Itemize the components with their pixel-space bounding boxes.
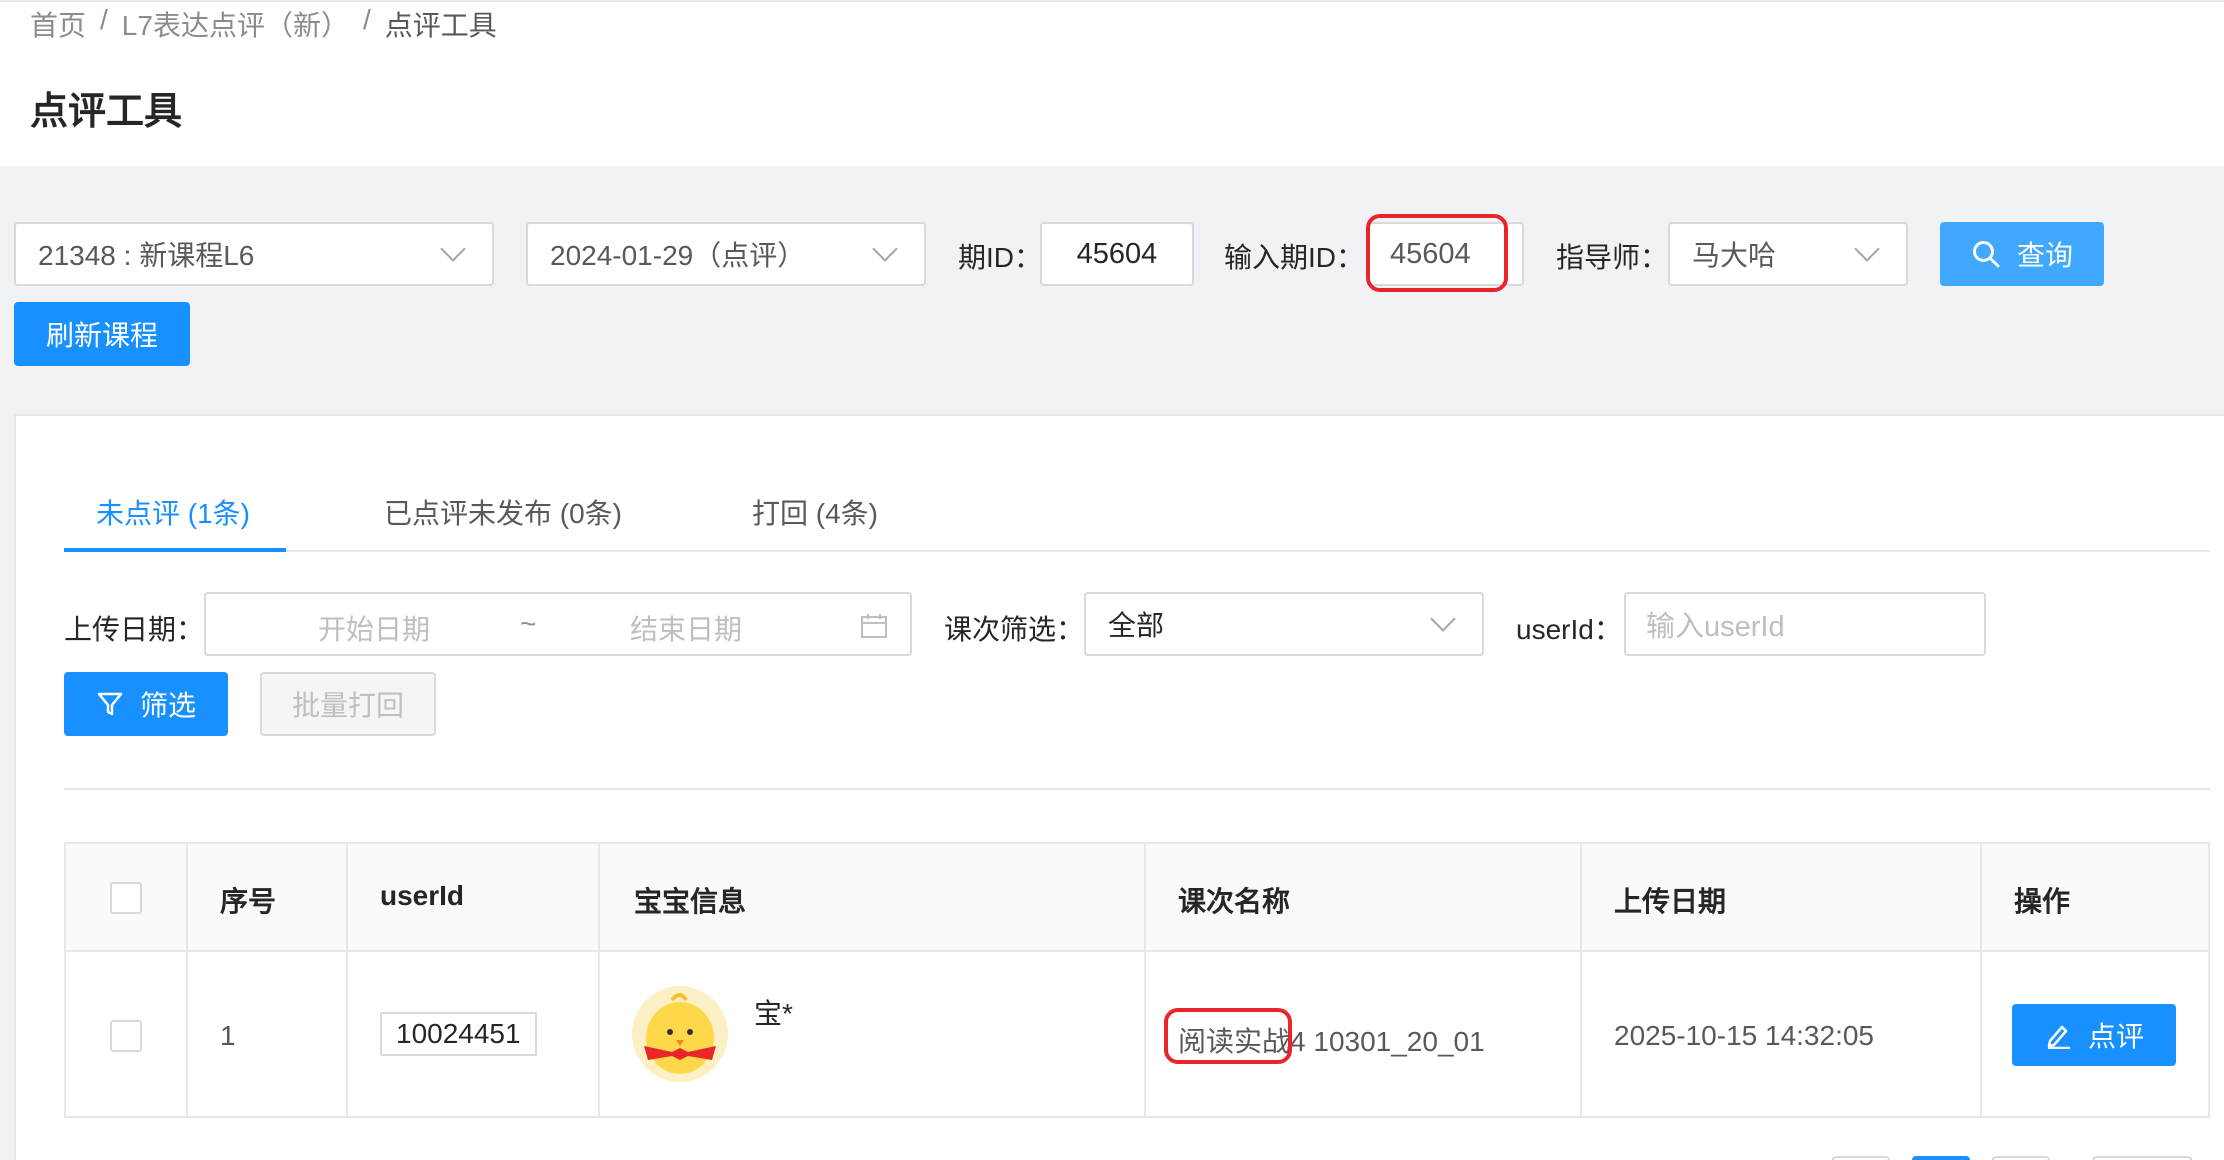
- lesson-filter-value: 全部: [1108, 610, 1165, 641]
- page-header: 首页 / L7表达点评（新） / 点评工具 点评工具: [0, 0, 2224, 166]
- highlight-ring: [1164, 1008, 1292, 1064]
- review-button[interactable]: 点评: [2012, 1004, 2176, 1066]
- chevron-down-icon: [872, 236, 898, 262]
- userid-input[interactable]: 输入userId: [1624, 592, 1986, 656]
- input-period-id-label: 输入期ID：: [1224, 242, 1365, 273]
- pagination-size-select[interactable]: [2092, 1156, 2192, 1160]
- course-select-value: 21348 : 新课程L6: [38, 240, 255, 271]
- course-select[interactable]: 21348 : 新课程L6: [14, 222, 494, 286]
- column-header-lesson-name: 课次名称: [1178, 886, 1291, 917]
- filter-button[interactable]: 筛选: [64, 672, 228, 736]
- row-index: 1: [220, 1020, 236, 1051]
- breadcrumb-current: 点评工具: [384, 10, 497, 41]
- column-divider: [346, 844, 348, 1118]
- lesson-name-rest: 4 10301_20_01: [1290, 1026, 1485, 1057]
- batch-reject-button-label: 批量打回: [291, 690, 404, 721]
- pagination-prev[interactable]: [1832, 1156, 1890, 1160]
- avatar: [632, 986, 728, 1082]
- filters-divider: [64, 788, 2210, 790]
- breadcrumb-middle[interactable]: L7表达点评（新）: [122, 4, 349, 44]
- column-divider: [1144, 844, 1146, 1118]
- upload-date-label: 上传日期：: [64, 614, 205, 645]
- tab-unreviewed[interactable]: 未点评 (1条): [96, 492, 250, 532]
- upload-date: 2025-10-15 14:32:05: [1614, 1020, 1874, 1051]
- query-button[interactable]: 查询: [1940, 222, 2104, 286]
- breadcrumb-separator: /: [362, 4, 371, 35]
- date-select[interactable]: 2024-01-29（点评）: [526, 222, 926, 286]
- chevron-down-icon: [1854, 236, 1880, 262]
- date-select-value: 2024-01-29（点评）: [550, 240, 806, 271]
- refresh-course-button-label: 刷新课程: [45, 320, 158, 351]
- chevron-down-icon: [1430, 606, 1456, 632]
- lesson-filter-label: 课次筛选：: [944, 614, 1085, 645]
- lesson-filter-select[interactable]: 全部: [1084, 592, 1484, 656]
- breadcrumb-separator: /: [100, 4, 108, 35]
- tutor-select[interactable]: 马大哈: [1668, 222, 1908, 286]
- tutor-label: 指导师：: [1556, 242, 1669, 273]
- review-table: 序号 userId 宝宝信息 课次名称 上传日期 操作 1 10024451 宝…: [64, 842, 2210, 1118]
- userid-label: userId：: [1516, 614, 1622, 645]
- column-header-baby-info: 宝宝信息: [634, 886, 747, 917]
- breadcrumb: 首页 / L7表达点评（新） / 点评工具: [30, 4, 497, 44]
- baby-name: 宝*: [754, 998, 793, 1029]
- chick-avatar-icon: [632, 986, 728, 1082]
- calendar-icon: [861, 614, 887, 638]
- start-date-placeholder[interactable]: 开始日期: [318, 608, 430, 648]
- column-divider: [186, 844, 188, 1118]
- filter-button-label: 筛选: [139, 690, 196, 721]
- pagination-page-current[interactable]: [1912, 1156, 1970, 1160]
- review-button-label: 点评: [2087, 1021, 2144, 1052]
- batch-reject-button[interactable]: 批量打回: [260, 672, 436, 736]
- query-button-label: 查询: [2016, 240, 2073, 271]
- period-id-value: 45604: [1076, 237, 1158, 270]
- column-header-userid: userId: [380, 880, 465, 911]
- period-id-field[interactable]: 45604: [1040, 222, 1194, 286]
- column-divider: [1580, 844, 1582, 1118]
- highlight-ring: [1366, 214, 1508, 292]
- end-date-placeholder[interactable]: 结束日期: [630, 608, 742, 648]
- upload-date-range[interactable]: 开始日期 ~ 结束日期: [204, 592, 912, 656]
- column-header-action: 操作: [2014, 886, 2071, 917]
- funnel-icon: [97, 692, 123, 716]
- row-checkbox[interactable]: [110, 1020, 142, 1052]
- tab-rejected[interactable]: 打回 (4条): [752, 492, 878, 532]
- userid-placeholder: 输入userId: [1646, 611, 1785, 643]
- chevron-down-icon: [440, 236, 466, 262]
- select-all-checkbox[interactable]: [110, 882, 142, 914]
- edit-icon: [2047, 1025, 2070, 1049]
- tab-reviewed-unpublished[interactable]: 已点评未发布 (0条): [384, 492, 622, 532]
- page-title: 点评工具: [30, 91, 183, 133]
- period-id-label: 期ID：: [958, 242, 1043, 273]
- column-divider: [598, 844, 600, 1118]
- date-range-separator: ~: [520, 608, 537, 639]
- breadcrumb-home[interactable]: 首页: [30, 4, 86, 44]
- refresh-course-button[interactable]: 刷新课程: [14, 302, 190, 366]
- column-header-index: 序号: [220, 886, 277, 917]
- pagination-next[interactable]: [1992, 1156, 2050, 1160]
- search-icon: [1972, 241, 2000, 268]
- row-userid: 10024451: [380, 1012, 537, 1056]
- tab-active-indicator: [64, 548, 286, 552]
- column-divider: [1980, 844, 1982, 1118]
- column-header-upload-date: 上传日期: [1614, 886, 1727, 917]
- tabs-divider: [64, 550, 2210, 552]
- tutor-select-value: 马大哈: [1692, 240, 1777, 271]
